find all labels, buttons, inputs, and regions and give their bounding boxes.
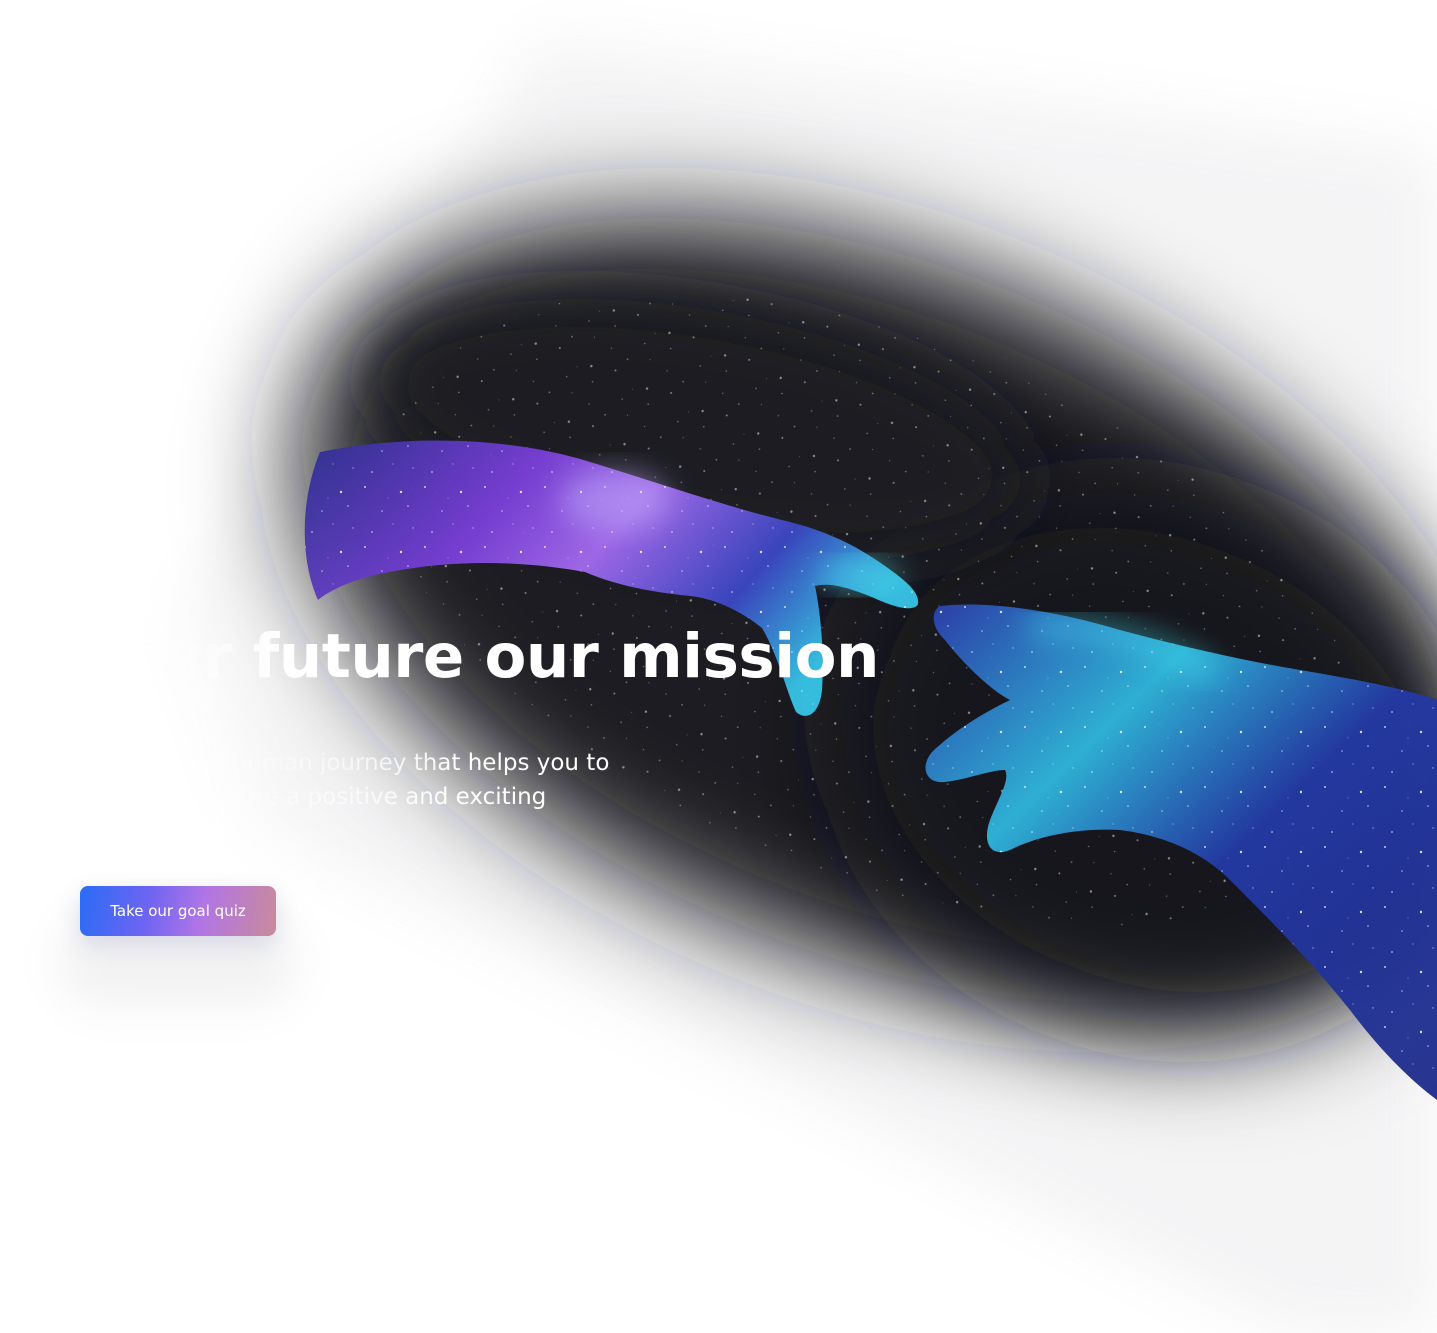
- hero-title: Your future our mission: [80, 621, 879, 692]
- hero-text-block: Your future our mission A digital and hu…: [80, 612, 940, 848]
- hero-subtitle: A digital and human journey that helps y…: [80, 750, 610, 844]
- goal-quiz-button[interactable]: Take our goal quiz: [80, 886, 276, 936]
- hero-section: Your future our mission A digital and hu…: [0, 0, 1437, 1333]
- cta-container: Take our goal quiz: [60, 886, 296, 1006]
